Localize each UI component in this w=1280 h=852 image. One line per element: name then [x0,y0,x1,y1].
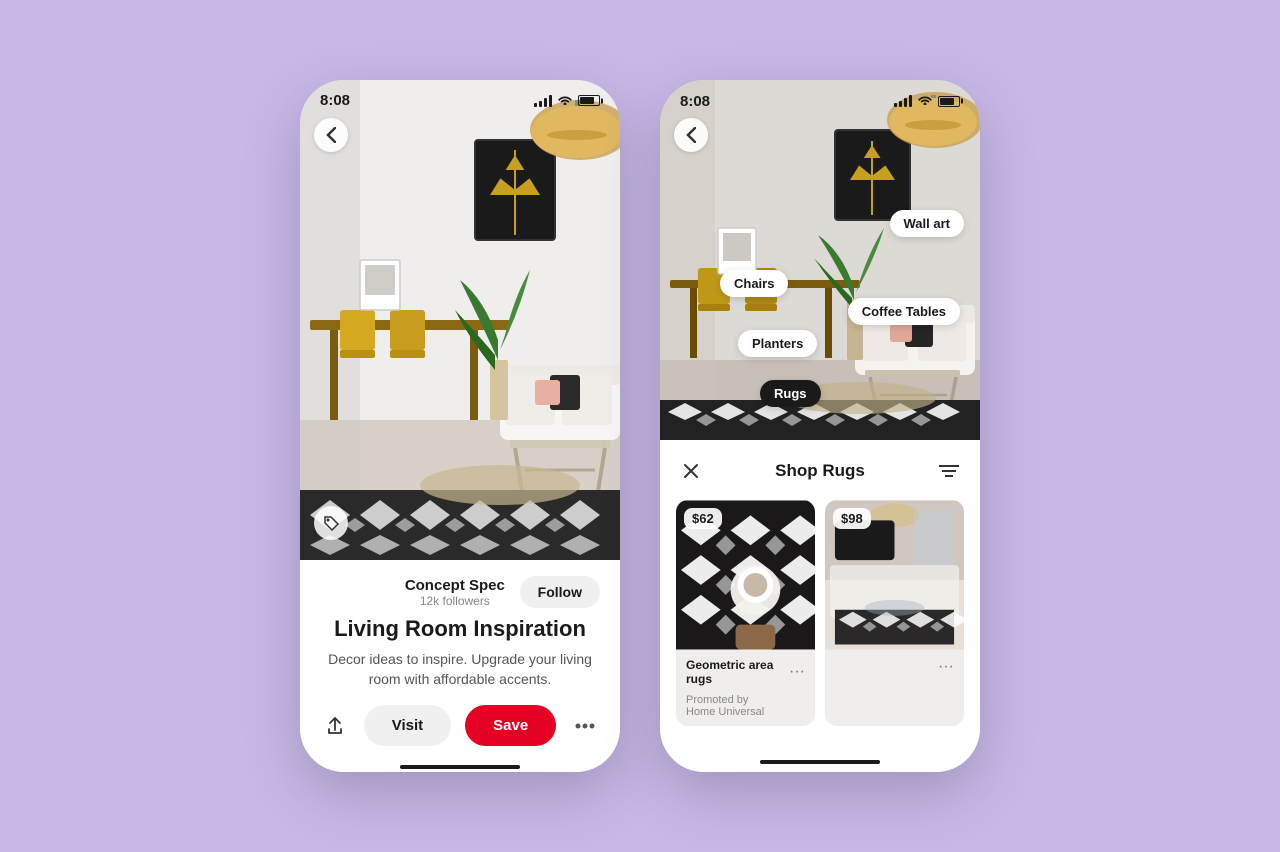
time-left: 8:08 [320,92,350,109]
product-1-info: Geometric area rugs ··· [676,650,815,694]
author-info: Concept Spec 12k followers [390,577,520,608]
phone-info: Concept Spec 12k followers Follow Living… [300,560,620,762]
back-button-left[interactable] [314,118,348,152]
wall-art-tag[interactable]: Wall art [890,210,964,237]
product-1-promo: Promoted by Home Universal [676,694,815,726]
product-image-1: $62 [676,500,815,650]
shop-close-button[interactable] [676,456,706,486]
room-image-right: Wall art Chairs Coffee Tables Planters R… [660,80,980,440]
share-button[interactable] [320,707,350,745]
shop-filter-button[interactable] [934,456,964,486]
home-bar-right [760,760,880,764]
right-phone: 8:08 [660,80,980,772]
author-row: Concept Spec 12k followers Follow [320,576,600,608]
status-bar-right: 8:08 [660,80,980,116]
products-row: $62 Geometric area rugs ··· Promoted by … [676,500,964,726]
home-indicator-right [660,752,980,772]
home-bar [400,765,520,769]
shop-header: Shop Rugs [676,456,964,486]
wifi-icon [557,93,573,108]
product-1-price: $62 [684,508,722,529]
save-button[interactable]: Save [465,705,556,746]
more-button[interactable] [570,707,600,745]
product-1-more[interactable]: ··· [789,663,805,681]
follow-button[interactable]: Follow [520,576,600,608]
wifi-icon-right [917,92,933,110]
home-indicator [300,762,620,772]
status-bar-left: 8:08 [300,80,620,115]
product-card-1[interactable]: $62 Geometric area rugs ··· Promoted by … [676,500,815,726]
signal-icon-right [894,95,912,107]
signal-icon [534,95,552,107]
pin-description: Decor ideas to inspire. Upgrade your liv… [320,650,600,689]
coffee-tables-tag[interactable]: Coffee Tables [848,298,960,325]
shop-panel: Shop Rugs [660,440,980,752]
rugs-tag[interactable]: Rugs [760,380,821,407]
left-phone: 8:08 [300,80,620,772]
status-icons-right [894,92,960,110]
author-name: Concept Spec [390,577,520,594]
product-2-more[interactable]: ··· [938,658,954,676]
back-button-right[interactable] [674,118,708,152]
product-2-info: ··· [825,650,964,684]
room-image-left [300,80,620,560]
battery-icon-right [938,96,960,107]
product-image-2: $98 [825,500,964,650]
author-followers: 12k followers [390,594,520,608]
tag-button[interactable] [314,506,348,540]
time-right: 8:08 [680,93,710,110]
chairs-tag[interactable]: Chairs [720,270,788,297]
product-1-name: Geometric area rugs [686,658,789,686]
status-icons-left [534,93,600,108]
battery-icon [578,95,600,106]
planters-tag[interactable]: Planters [738,330,817,357]
visit-button[interactable]: Visit [364,705,451,746]
product-2-price: $98 [833,508,871,529]
shop-title: Shop Rugs [775,461,865,481]
product-card-2[interactable]: $98 ··· [825,500,964,726]
pin-title: Living Room Inspiration [320,616,600,642]
action-bar: Visit Save [320,705,600,746]
phones-container: 8:08 [300,80,980,772]
